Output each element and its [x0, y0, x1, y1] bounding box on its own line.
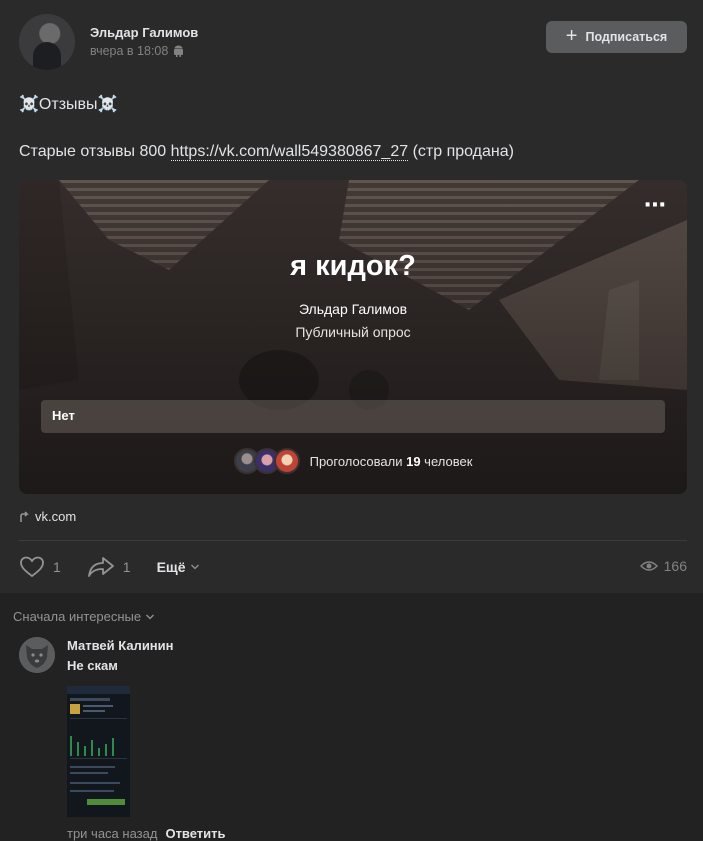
comments-sort[interactable]: Сначала интересные	[13, 609, 155, 624]
attached-link[interactable]: vk.com	[19, 509, 76, 524]
post-time[interactable]: вчера в 18:08	[90, 44, 184, 58]
voters-suffix: человек	[420, 453, 473, 469]
comments-section: Сначала интересные Матвей Калинин Не ска…	[0, 593, 703, 841]
post-actions: 1 1 Ещё	[19, 554, 200, 580]
post-text-prefix: Старые отзывы 800	[19, 143, 171, 160]
android-icon	[174, 45, 184, 57]
voter-avatars	[233, 448, 300, 474]
screenshot-thumbnail	[67, 686, 130, 817]
post-link[interactable]: https://vk.com/wall549380867_27	[170, 143, 409, 161]
subscribe-label: Подписаться	[585, 30, 668, 44]
comment-text: Не скам	[67, 658, 118, 673]
heart-icon	[20, 556, 44, 578]
voters-count: 19	[406, 453, 421, 469]
post-text: Старые отзывы 800 https://vk.com/wall549…	[19, 143, 514, 161]
comment-avatar[interactable]	[19, 637, 55, 673]
like-count: 1	[53, 559, 61, 575]
share-count: 1	[122, 559, 131, 575]
attached-link-label: vk.com	[35, 509, 77, 524]
share-icon	[87, 557, 114, 577]
post-text-suffix: (стр продана)	[408, 143, 514, 160]
poll-card: ⋯ я кидок? Эльдар Галимов Публичный опро…	[19, 180, 687, 494]
link-arrow-icon	[20, 510, 29, 522]
views-counter: 166	[639, 558, 687, 574]
poll-author: Эльдар Галимов	[298, 301, 408, 317]
divider	[19, 540, 687, 541]
chevron-down-icon	[146, 614, 155, 619]
chevron-down-icon	[190, 564, 199, 570]
plus-icon: +	[565, 25, 578, 47]
like-button[interactable]: 1	[19, 555, 61, 579]
voter-avatar	[273, 448, 300, 474]
author-avatar[interactable]	[19, 14, 75, 70]
post-time-label: вчера в 18:08	[90, 44, 169, 58]
post-title-line: ☠️Отзывы☠️	[19, 96, 118, 113]
voters-count-text: Проголосовали 19 человек	[310, 454, 473, 469]
comment-image-thumbnail[interactable]	[67, 686, 130, 817]
sort-label: Сначала интересные	[13, 609, 142, 624]
dog-avatar-icon	[19, 637, 55, 673]
post-card: Эльдар Галимов вчера в 18:08 + Подписать…	[0, 0, 703, 593]
eye-icon	[639, 561, 658, 571]
post-author[interactable]: Эльдар Галимов	[90, 25, 198, 40]
more-label: Ещё	[156, 559, 186, 575]
voters-prefix: Проголосовали	[309, 453, 407, 469]
poll-type: Публичный опрос	[295, 324, 411, 340]
views-count: 166	[663, 558, 687, 574]
poll-more-icon[interactable]: ⋯	[644, 194, 667, 216]
poll-option[interactable]: Нет	[41, 400, 665, 433]
share-button[interactable]: 1	[87, 555, 131, 579]
poll-question: я кидок?	[290, 250, 416, 282]
subscribe-button[interactable]: + Подписаться	[546, 21, 687, 53]
more-button[interactable]: Ещё	[157, 559, 200, 575]
comment-author[interactable]: Матвей Калинин	[67, 638, 174, 653]
poll-voters[interactable]: Проголосовали 19 человек	[19, 448, 687, 474]
